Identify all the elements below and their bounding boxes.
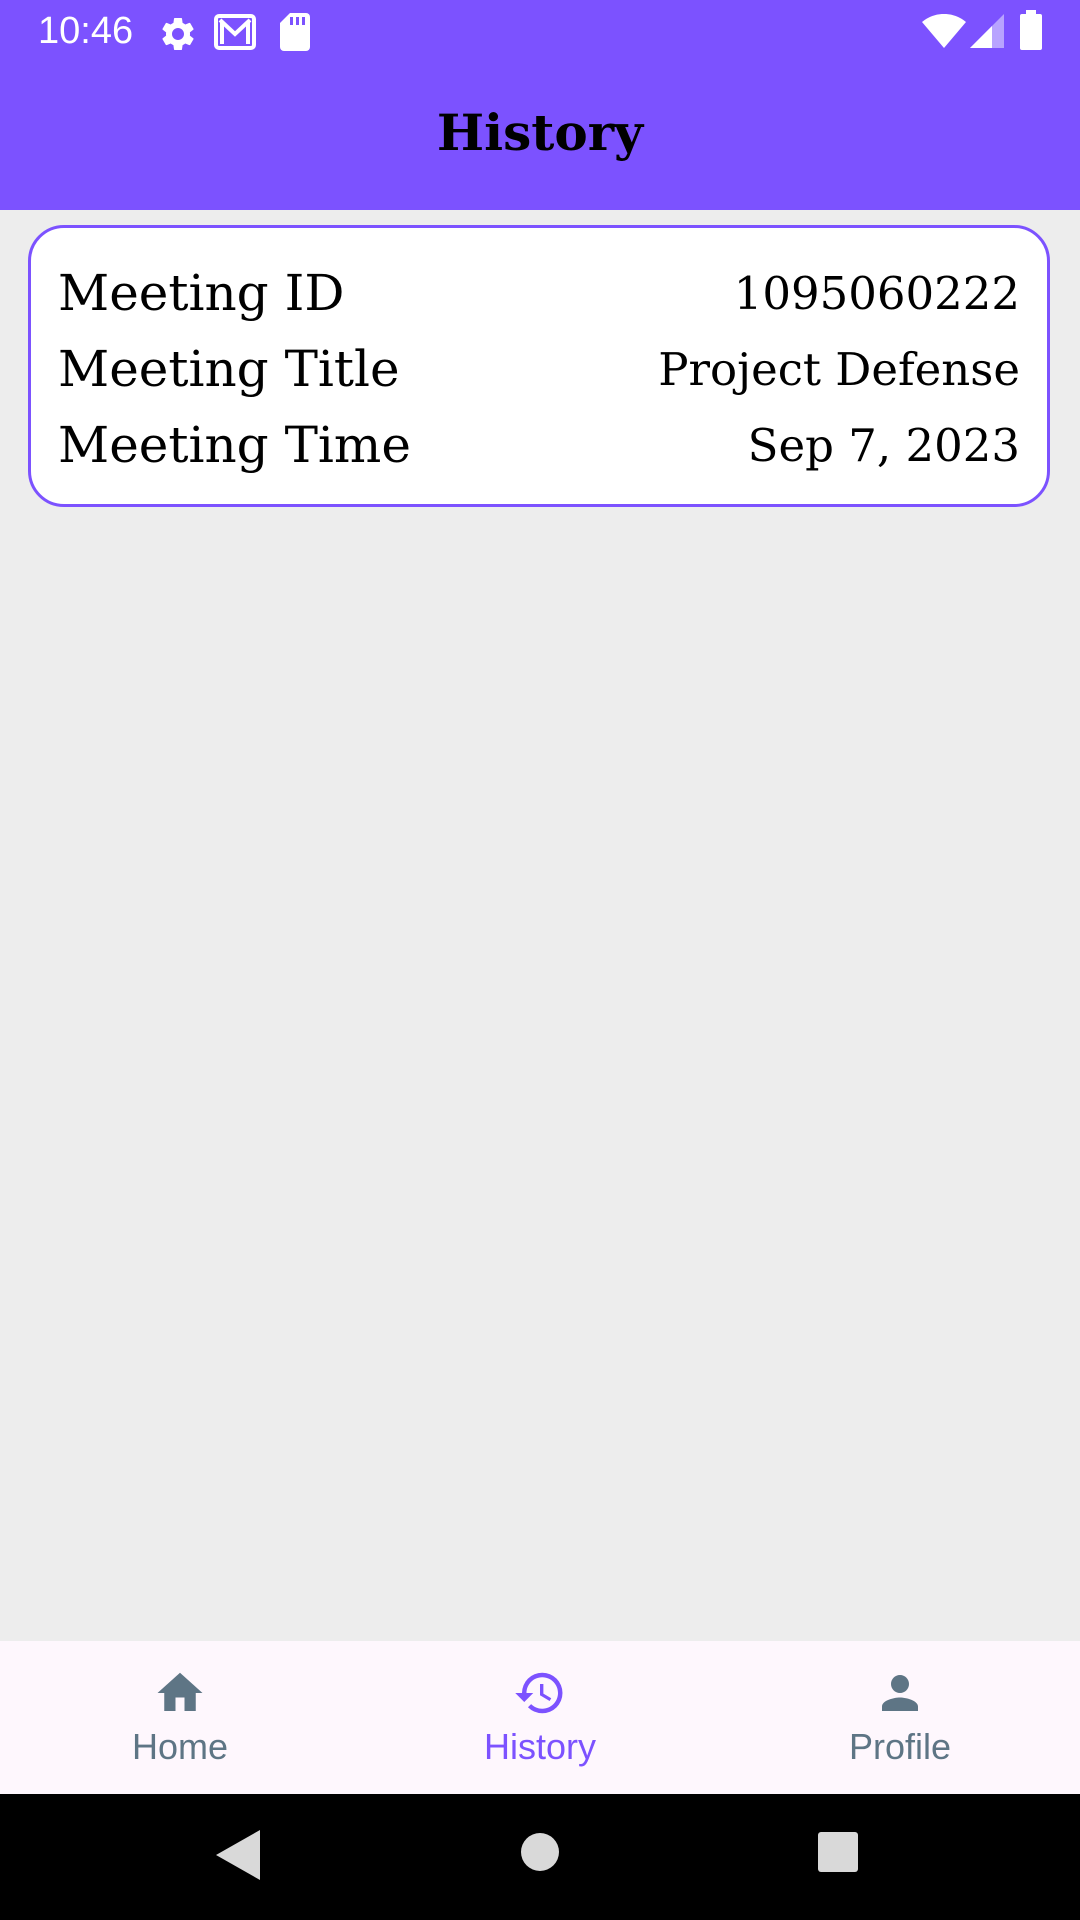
recents-icon[interactable] [817, 1831, 859, 1873]
gmail-icon [214, 14, 256, 50]
meeting-id-label: Meeting ID [58, 264, 345, 322]
bottom-navigation: Home History Profile [0, 1641, 1080, 1794]
meeting-card[interactable]: Meeting ID 1095060222 Meeting Title Proj… [28, 225, 1050, 507]
nav-item-profile[interactable]: Profile [720, 1641, 1080, 1794]
home-circle-icon[interactable] [519, 1831, 561, 1873]
nav-label-profile: Profile [848, 1726, 952, 1767]
meeting-time-value: Sep 7, 2023 [747, 418, 1020, 472]
signal-icon [970, 14, 1004, 48]
sd-card-icon [280, 13, 310, 51]
meeting-title-label: Meeting Title [58, 340, 400, 398]
meeting-time-label: Meeting Time [58, 416, 411, 474]
person-icon [882, 1675, 918, 1711]
home-icon [157, 1672, 203, 1711]
battery-icon [1020, 10, 1042, 50]
meeting-title-value: Project Defense [658, 342, 1020, 396]
nav-item-history[interactable]: History [360, 1641, 720, 1794]
page-title: History [436, 103, 644, 162]
nav-label-history: History [483, 1726, 596, 1767]
history-icon [515, 1672, 563, 1714]
meeting-time-row: Meeting Time Sep 7, 2023 [58, 410, 1020, 480]
wifi-icon [922, 14, 966, 48]
status-bar: 10:46 [0, 0, 1080, 63]
back-icon[interactable] [216, 1830, 260, 1880]
meeting-id-row: Meeting ID 1095060222 [58, 258, 1020, 328]
app-bar: History [0, 63, 1080, 210]
system-navigation-bar [0, 1794, 1080, 1920]
nav-item-home[interactable]: Home [0, 1641, 360, 1794]
meeting-title-row: Meeting Title Project Defense [58, 334, 1020, 404]
status-time: 10:46 [38, 10, 134, 52]
settings-icon [162, 17, 194, 50]
meeting-id-value: 1095060222 [733, 266, 1020, 320]
nav-label-home: Home [131, 1726, 229, 1767]
